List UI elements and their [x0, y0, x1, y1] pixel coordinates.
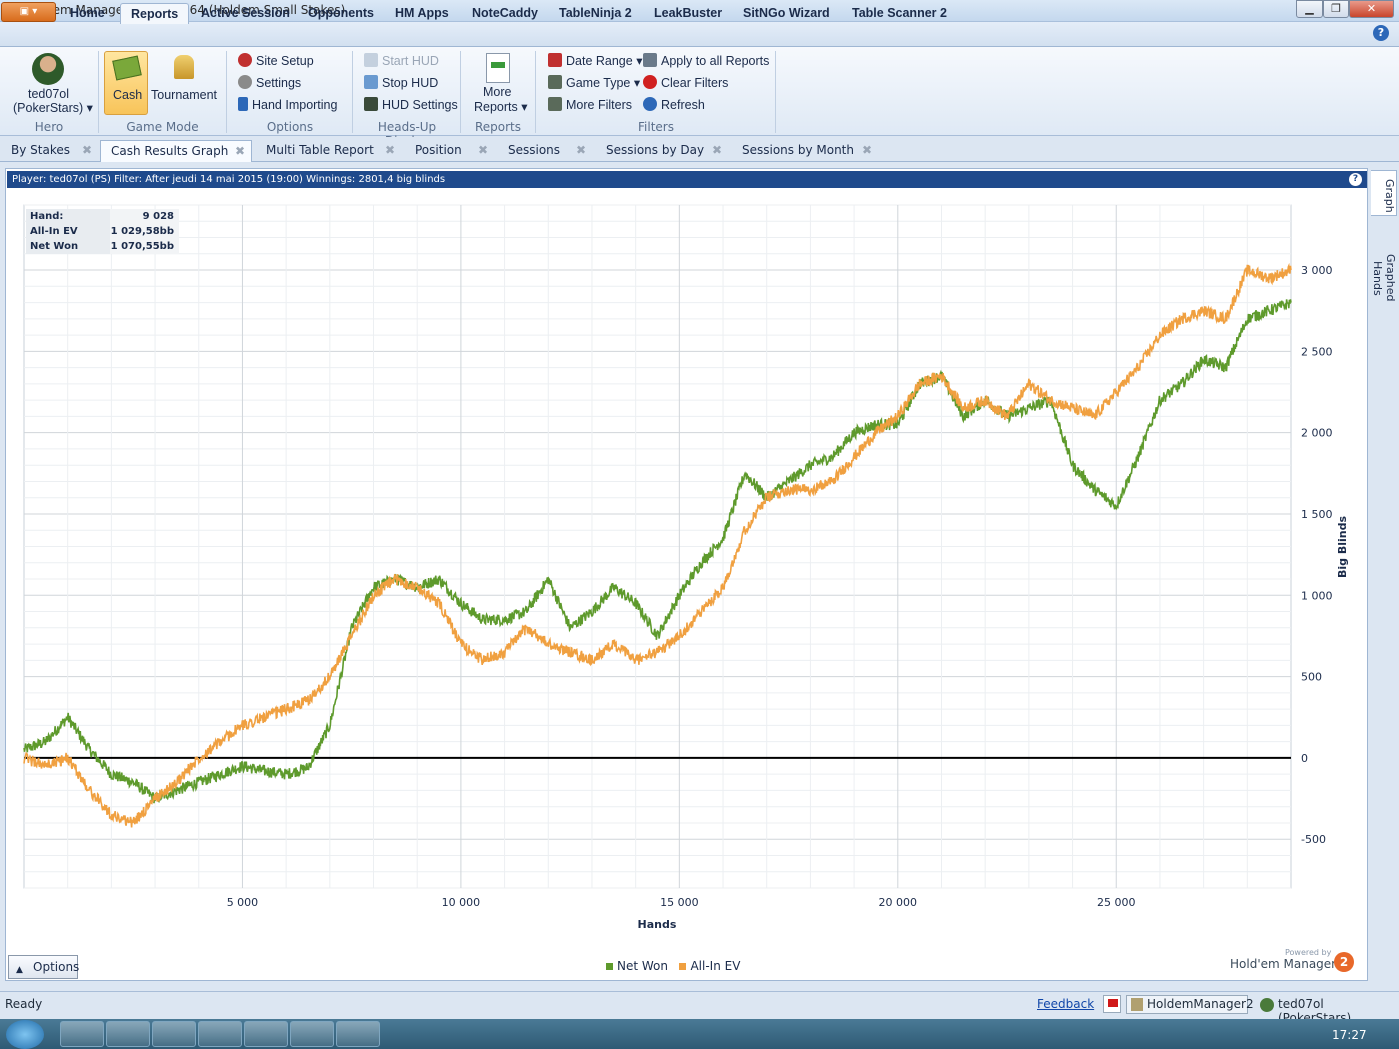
hm2-logo-icon: 2 — [1334, 952, 1354, 972]
y-tick-label: 1 500 — [1301, 508, 1333, 521]
hand-value: 9 028 — [110, 209, 179, 224]
user-avatar-icon — [1260, 998, 1274, 1012]
feedback-link[interactable]: Feedback — [1037, 997, 1094, 1011]
legend-allin-ev: All-In EV — [690, 959, 741, 973]
y-tick-label: -500 — [1301, 833, 1326, 846]
triangle-up-icon: ▲ — [16, 965, 23, 975]
y-tick-label: 500 — [1301, 671, 1322, 684]
results-chart[interactable]: 5 000 10 000 15 000 20 000 25 000 -500 0 500 1 0… — [0, 0, 1399, 1049]
y-tick-label: 3 000 — [1301, 264, 1333, 277]
database-icon — [1131, 998, 1143, 1011]
start-button[interactable] — [6, 1020, 44, 1049]
x-tick-label: 5 000 — [227, 896, 259, 909]
clock: 17:27 — [1332, 1028, 1367, 1042]
brand-text: Hold'em Manager — [1230, 957, 1337, 971]
taskbar-skype-icon[interactable] — [244, 1021, 288, 1047]
y-tick-label: 0 — [1301, 752, 1308, 765]
net-won-value: 1 070,55bb — [110, 239, 179, 254]
taskbar-hm2-icon[interactable] — [336, 1021, 380, 1047]
hand-label: Hand: — [26, 209, 110, 224]
options-button[interactable]: ▲ Options — [8, 955, 79, 979]
flag-icon[interactable] — [1103, 995, 1121, 1013]
taskbar-app-icon[interactable] — [106, 1021, 150, 1047]
x-tick-label: 10 000 — [442, 896, 481, 909]
taskbar-media-player-icon[interactable] — [152, 1021, 196, 1047]
y-axis-label: Big Blinds — [1336, 516, 1349, 578]
legend-swatch-net-won — [606, 963, 613, 970]
status-text: Ready — [5, 997, 43, 1011]
allin-ev-label: All-In EV — [26, 224, 110, 239]
chart-legend: Net Won All-In EV — [606, 959, 740, 973]
powered-by-text: Powered by — [1285, 948, 1332, 957]
taskbar-word-icon[interactable] — [290, 1021, 334, 1047]
legend-net-won: Net Won — [617, 959, 668, 973]
x-axis-label: Hands — [638, 918, 677, 931]
hm-database-button[interactable]: HoldemManager2 — [1126, 995, 1254, 1014]
x-tick-label: 20 000 — [879, 896, 918, 909]
x-tick-label: 25 000 — [1097, 896, 1136, 909]
legend-swatch-allin-ev — [679, 963, 687, 970]
y-tick-label: 2 000 — [1301, 427, 1333, 440]
y-tick-label: 2 500 — [1301, 345, 1333, 358]
stats-box: Hand: 9 028 All-In EV 1 029,58bb Net Won 1 … — [26, 209, 179, 256]
net-won-label: Net Won — [26, 239, 110, 254]
taskbar-firefox-icon[interactable] — [198, 1021, 242, 1047]
allin-ev-value: 1 029,58bb — [110, 224, 179, 239]
y-tick-label: 1 000 — [1301, 589, 1333, 602]
x-tick-label: 15 000 — [660, 896, 699, 909]
taskbar-explorer-icon[interactable] — [60, 1021, 104, 1047]
